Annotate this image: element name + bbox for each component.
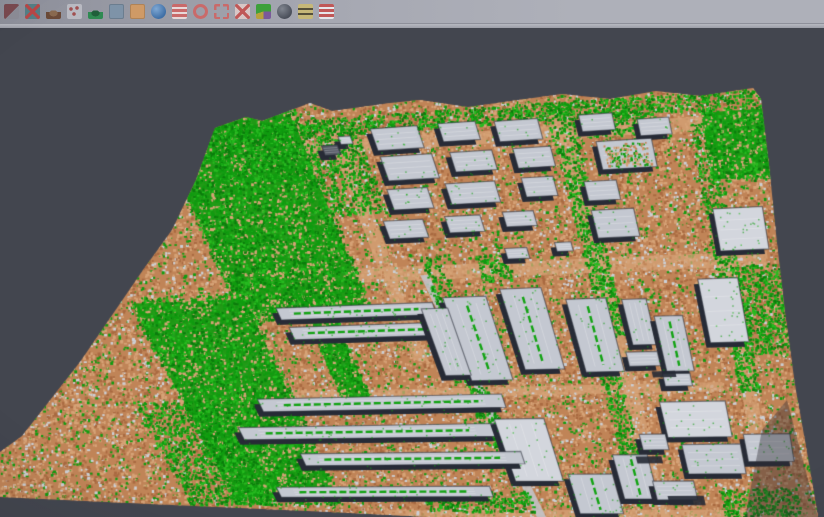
fit-view-tool-icon xyxy=(214,4,229,19)
ground-class-tool-icon xyxy=(130,4,145,19)
toolbar xyxy=(0,0,824,24)
register-tool-button[interactable] xyxy=(24,3,41,20)
fit-view-tool-button[interactable] xyxy=(213,3,230,20)
classify-colors-tool-button[interactable] xyxy=(255,3,272,20)
sample-points-tool-icon xyxy=(67,4,82,19)
layers-tool-button[interactable] xyxy=(318,3,335,20)
vegetation-tool-icon xyxy=(88,4,103,19)
measure-grid-tool-button[interactable] xyxy=(297,3,314,20)
sample-points-tool-button[interactable] xyxy=(66,3,83,20)
profile-tool-button[interactable] xyxy=(108,3,125,20)
sphere-view-tool-icon xyxy=(277,4,292,19)
register-tool-icon xyxy=(25,4,40,19)
terrain-tool-button[interactable] xyxy=(45,3,62,20)
class-list-tool-button[interactable] xyxy=(171,3,188,20)
terrain-tool-icon xyxy=(46,4,61,19)
globe-view-tool-icon xyxy=(151,4,166,19)
profile-tool-icon xyxy=(109,4,124,19)
sphere-view-tool-button[interactable] xyxy=(276,3,293,20)
classify-colors-tool-icon xyxy=(256,4,271,19)
measure-grid-tool-icon xyxy=(298,4,313,19)
clip-tool-button[interactable] xyxy=(3,3,20,20)
clip-tool-icon xyxy=(4,4,19,19)
vegetation-tool-button[interactable] xyxy=(87,3,104,20)
ground-class-tool-button[interactable] xyxy=(129,3,146,20)
layers-tool-icon xyxy=(319,4,334,19)
circle-select-tool-button[interactable] xyxy=(192,3,209,20)
cross-section-tool-button[interactable] xyxy=(234,3,251,20)
class-list-tool-icon xyxy=(172,4,187,19)
circle-select-tool-icon xyxy=(193,4,208,19)
globe-view-tool-button[interactable] xyxy=(150,3,167,20)
application-window xyxy=(0,0,824,517)
viewport-3d-point-cloud[interactable] xyxy=(0,28,824,517)
cross-section-tool-icon xyxy=(235,4,250,19)
